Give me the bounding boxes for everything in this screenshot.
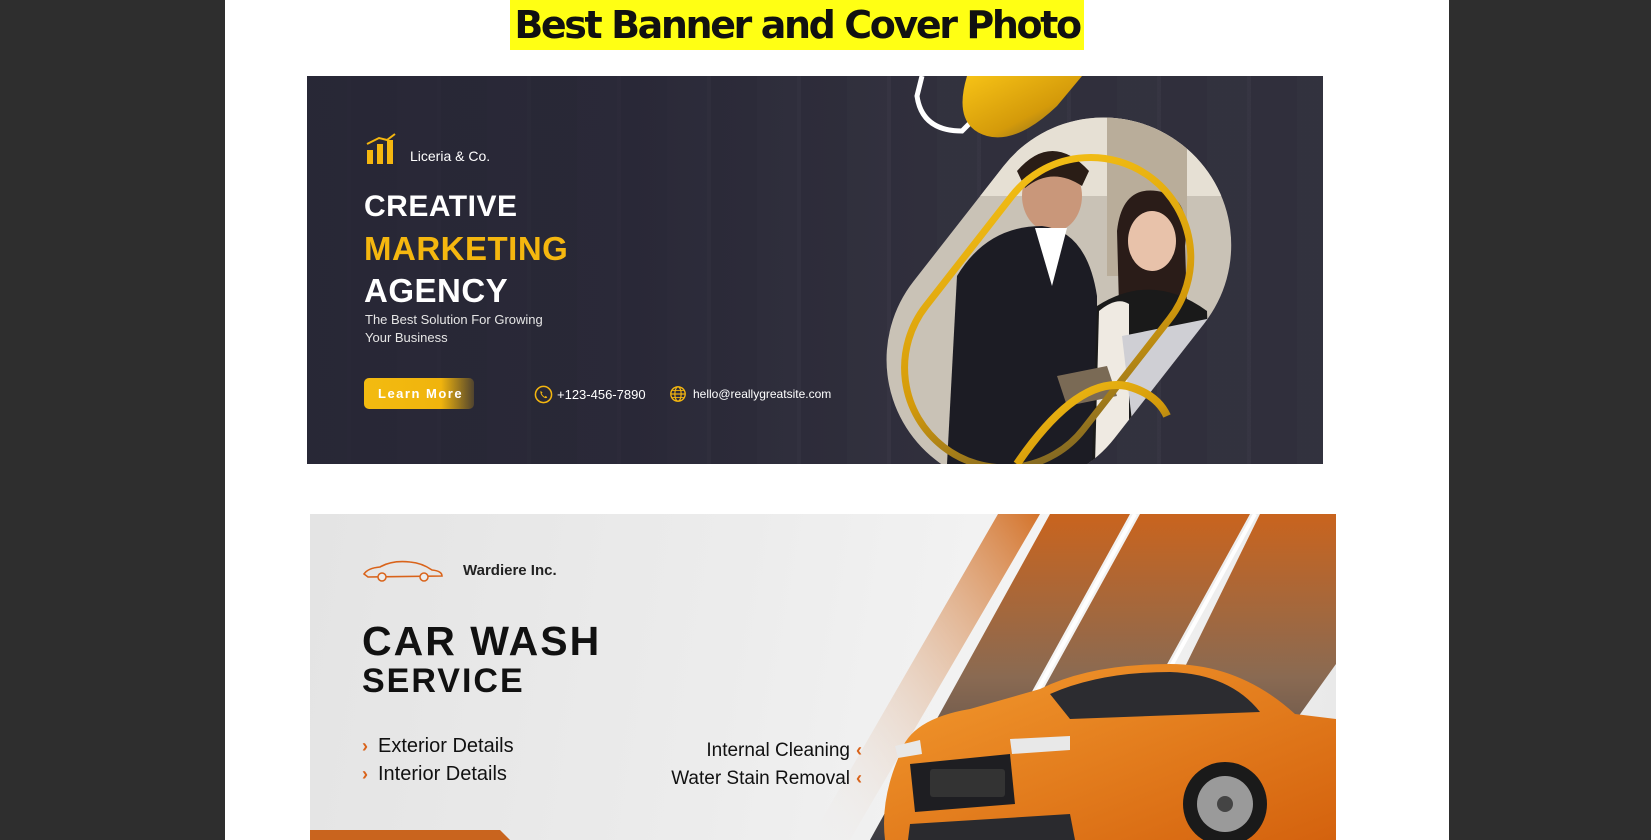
chevron-left-icon: ‹ xyxy=(856,768,862,788)
globe-icon xyxy=(670,386,686,402)
learn-more-button[interactable]: Learn More xyxy=(364,378,474,409)
business-people-photo xyxy=(867,76,1283,464)
headline-line-3: AGENCY xyxy=(364,272,509,309)
chevron-right-icon: › xyxy=(362,736,368,756)
subtitle-line-2: Your Business xyxy=(365,330,448,345)
car-logo-icon xyxy=(362,560,443,582)
service-item: Exterior Details xyxy=(378,735,514,757)
heading-row: Best Banner and Cover Photo xyxy=(225,0,1449,50)
subtitle-line-1: The Best Solution For Growing xyxy=(365,312,543,327)
page-title: Best Banner and Cover Photo xyxy=(510,0,1084,50)
headline-line-2: SERVICE xyxy=(362,662,525,700)
headline-line-2: MARKETING xyxy=(364,230,569,267)
company-name: Wardiere Inc. xyxy=(463,562,557,579)
service-item: Interior Details xyxy=(378,763,507,785)
service-item: Internal Cleaning xyxy=(706,740,850,761)
bar-chart-logo-icon xyxy=(366,133,396,164)
service-item: Water Stain Removal xyxy=(671,768,850,789)
chevron-left-icon: ‹ xyxy=(856,740,862,760)
marketing-agency-banner: Liceria & Co. CREATIVE MARKETING AGENCY … xyxy=(307,76,1323,464)
document-page: Best Banner and Cover Photo Liceria & Co… xyxy=(225,0,1449,840)
chevron-right-icon: › xyxy=(362,764,368,784)
email-address: hello@reallygreatsite.com xyxy=(693,387,832,401)
headline-line-1: CREATIVE xyxy=(364,190,518,223)
company-name: Liceria & Co. xyxy=(410,148,491,164)
car-wash-banner: Wardiere Inc. CAR WASH SERVICE › Exterio… xyxy=(310,514,1336,840)
phone-number: +123-456-7890 xyxy=(557,387,646,402)
phone-icon xyxy=(534,385,553,404)
headline-line-1: CAR WASH xyxy=(362,618,602,664)
